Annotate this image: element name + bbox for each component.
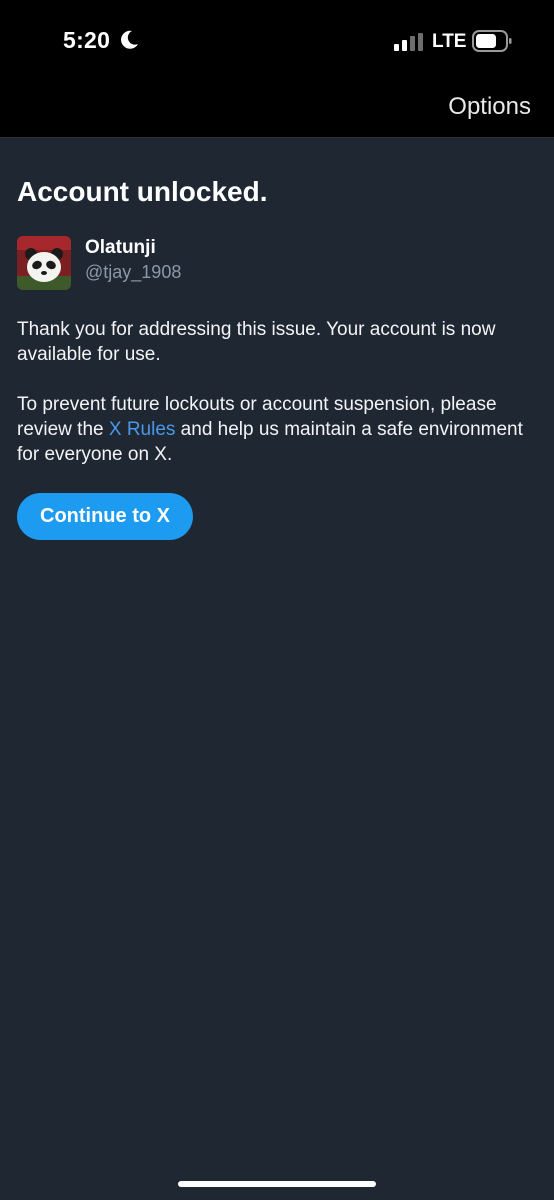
panda-avatar-icon <box>17 236 71 290</box>
cellular-signal-icon <box>394 33 423 51</box>
unlock-message: Thank you for addressing this issue. You… <box>17 319 496 365</box>
x-rules-link[interactable]: X Rules <box>109 419 176 440</box>
rules-message: To prevent future lockouts or account su… <box>17 392 537 467</box>
options-button[interactable]: Options <box>448 93 531 121</box>
username: @tjay_1908 <box>85 262 182 282</box>
page-title: Account unlocked. <box>17 176 268 207</box>
battery-icon <box>472 30 512 52</box>
top-bar: 5:20 LTE Options <box>0 0 554 138</box>
avatar <box>17 236 71 290</box>
status-time: 5:20 <box>63 27 111 53</box>
moon-icon <box>121 30 138 49</box>
continue-button[interactable]: Continue to X <box>17 493 193 540</box>
home-indicator <box>178 1181 376 1187</box>
display-name: Olatunji <box>85 237 156 258</box>
network-type-label: LTE <box>432 31 467 52</box>
